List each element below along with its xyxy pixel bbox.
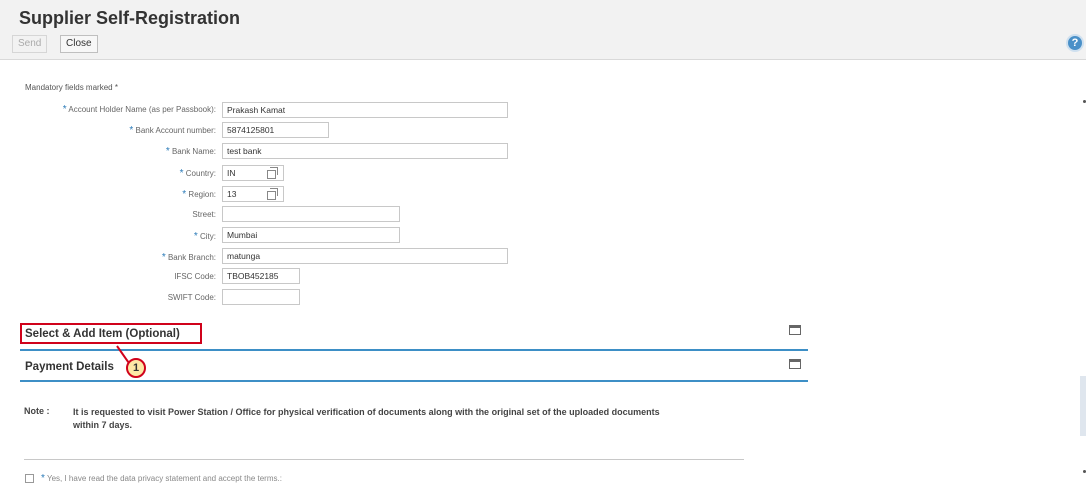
swift-field[interactable] — [222, 289, 300, 305]
country-label: * Country: — [179, 168, 216, 179]
ifsc-field[interactable]: TBOB452185 — [222, 268, 300, 284]
street-label: Street: — [192, 210, 216, 219]
bank-name-label: * Bank Name: — [165, 146, 216, 157]
divider — [24, 459, 744, 460]
send-button[interactable]: Send — [12, 35, 48, 53]
account-holder-label: * Account Holder Name (as per Passbook): — [62, 104, 216, 115]
mandatory-note: Mandatory fields marked * — [25, 83, 118, 92]
ifsc-label: IFSC Code: — [174, 272, 216, 281]
bank-name-field[interactable]: test bank — [222, 143, 508, 159]
bank-branch-field[interactable]: matunga — [222, 248, 508, 264]
bank-branch-label: * Bank Branch: — [161, 252, 216, 263]
highlight-box — [20, 323, 202, 344]
value-help-icon[interactable] — [267, 167, 278, 179]
account-holder-field[interactable]: Prakash Kamat — [222, 102, 508, 118]
swift-label: SWIFT Code: — [167, 293, 216, 302]
collapse-icon[interactable] — [789, 325, 801, 335]
section-divider — [20, 349, 808, 351]
collapse-icon[interactable] — [789, 359, 801, 369]
city-label: * City: — [193, 231, 216, 242]
account-number-label: * Bank Account number: — [129, 125, 216, 136]
close-button[interactable]: Close — [60, 35, 98, 53]
note-label: Note : — [24, 406, 50, 416]
city-field[interactable]: Mumbai — [222, 227, 400, 243]
region-label: * Region: — [182, 189, 216, 200]
help-icon[interactable]: ? — [1066, 34, 1084, 52]
scrollbar[interactable] — [1080, 376, 1086, 436]
account-number-field[interactable]: 5874125801 — [222, 122, 329, 138]
value-help-icon[interactable] — [267, 188, 278, 200]
payment-details-section-title[interactable]: Payment Details — [25, 361, 114, 373]
page-title: Supplier Self-Registration — [19, 8, 241, 28]
page-header: Supplier Self-Registration Send Close ? — [0, 0, 1086, 60]
callout-badge: 1 — [126, 358, 146, 378]
note-text: It is requested to visit Power Station /… — [73, 407, 660, 430]
section-divider — [20, 380, 808, 382]
street-field[interactable] — [222, 206, 400, 222]
terms-checkbox[interactable] — [25, 474, 34, 483]
terms-label: * Yes, I have read the data privacy stat… — [41, 473, 282, 484]
